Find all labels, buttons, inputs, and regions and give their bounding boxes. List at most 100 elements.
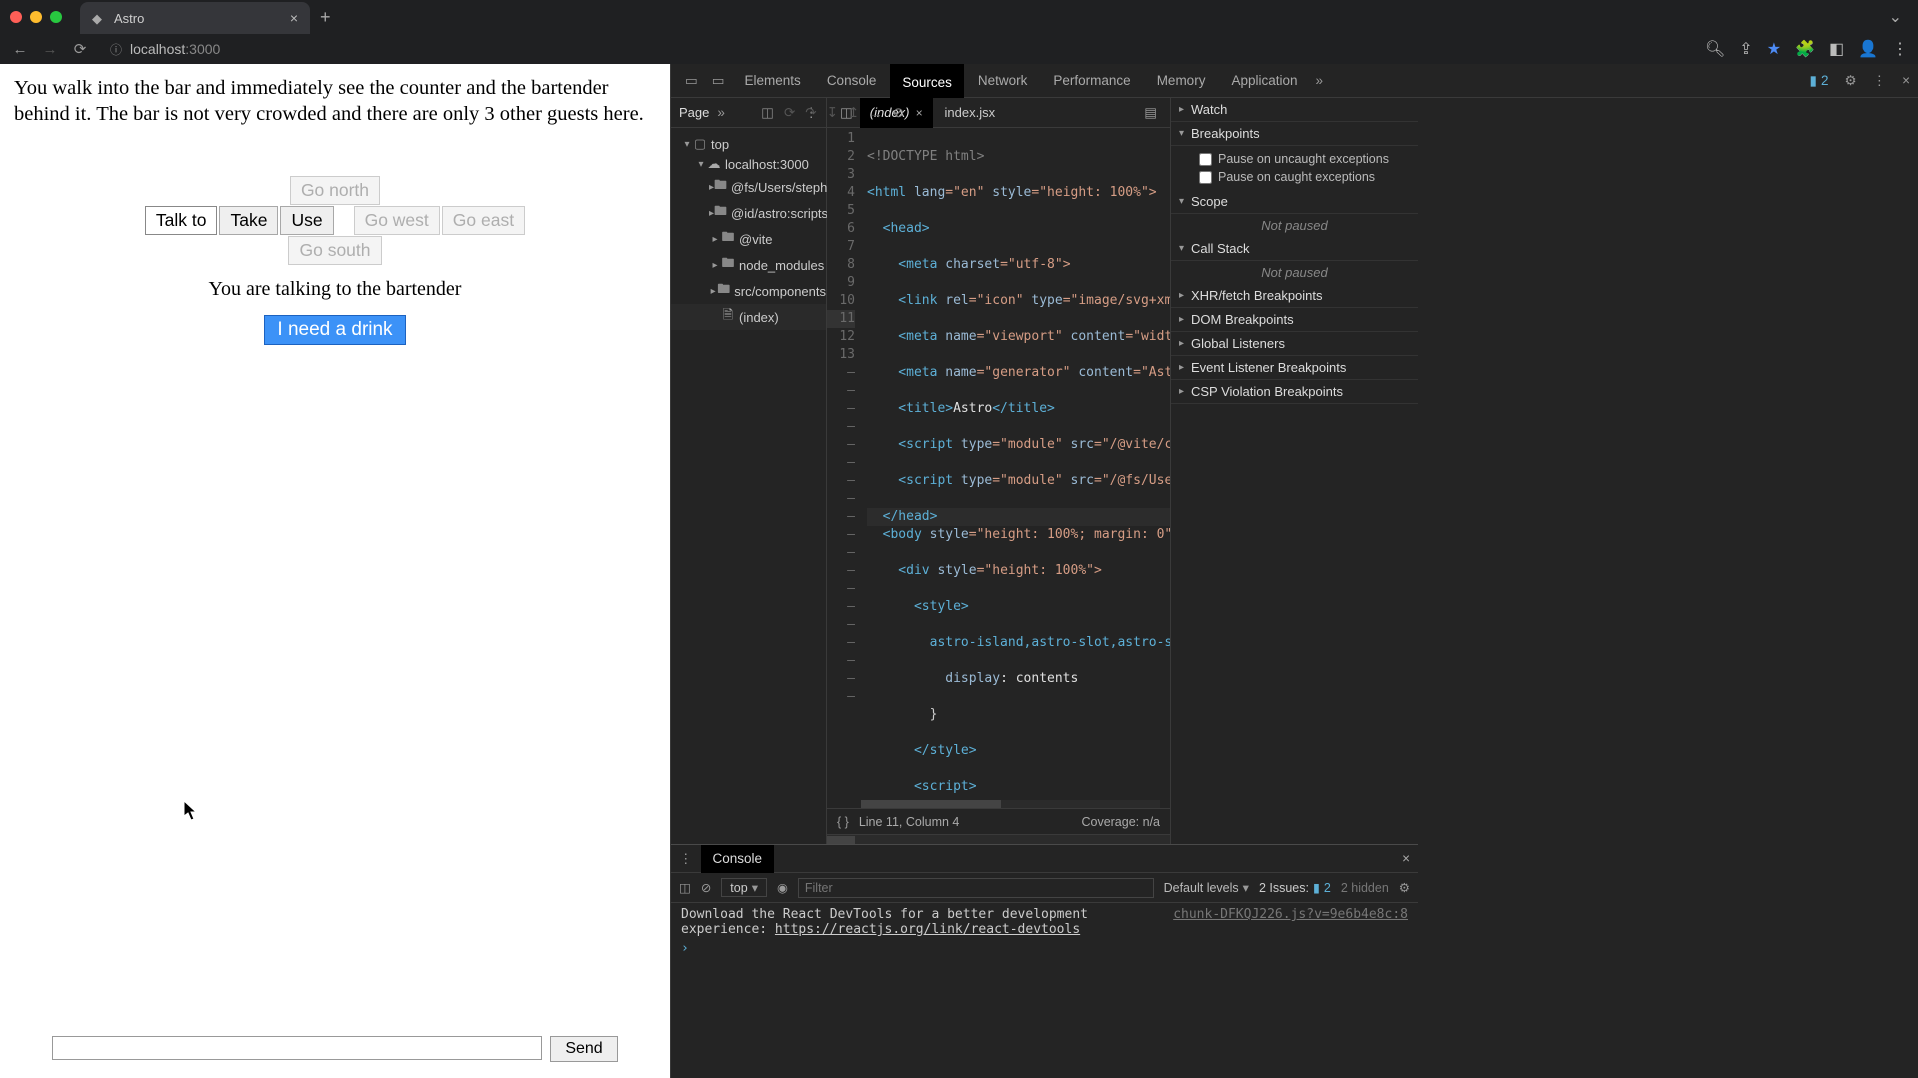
close-window-button[interactable] (10, 11, 22, 23)
more-tabs-icon[interactable]: » (1316, 73, 1324, 88)
event-listener-breakpoints-section[interactable]: ▸Event Listener Breakpoints (1171, 356, 1418, 380)
dialog-choice-button[interactable]: I need a drink (264, 315, 405, 345)
element-picker-icon[interactable]: ▭ (679, 73, 704, 89)
console-settings-icon[interactable]: ⚙ (1399, 880, 1410, 895)
profile-icon[interactable]: 👤 (1858, 39, 1878, 59)
input-row: Send (10, 1036, 660, 1062)
bookmark-icon[interactable]: ★ (1767, 39, 1781, 59)
new-snippet-icon[interactable]: ▤ (1139, 105, 1162, 121)
site-info-icon[interactable]: ⓘ (110, 41, 122, 58)
console-filter-input[interactable] (798, 878, 1154, 898)
editor-status-bar: { } Line 11, Column 4 Coverage: n/a (827, 808, 1170, 834)
go-north-button[interactable]: Go north (290, 176, 380, 205)
resume-icon[interactable]: ⟳ (784, 105, 795, 121)
talk-to-button[interactable]: Talk to (145, 206, 218, 235)
use-button[interactable]: Use (280, 206, 333, 235)
sidepanel-icon[interactable]: ◧ (1829, 39, 1844, 59)
pretty-print-icon[interactable]: { } (837, 815, 849, 829)
console-close-icon[interactable]: × (1402, 851, 1410, 866)
toggle-debugger-sidebar-icon[interactable]: ◫ (761, 105, 774, 121)
step-into-icon[interactable]: ↧ (827, 105, 838, 121)
tab-memory[interactable]: Memory (1145, 64, 1218, 98)
tree-folder-1[interactable]: ▸🖿@fs/Users/stepha (671, 174, 826, 200)
callstack-section[interactable]: ▾Call Stack (1171, 237, 1418, 261)
go-east-button[interactable]: Go east (442, 206, 525, 235)
console-drawer-menu-icon[interactable]: ⋮ (679, 851, 693, 867)
new-tab-button[interactable]: + (320, 7, 331, 28)
chrome-menu-icon[interactable]: ⋮ (1892, 39, 1908, 59)
deactivate-breakpoints-icon[interactable]: ⊘ (893, 105, 904, 121)
console-context-select[interactable]: top▾ (721, 878, 767, 897)
tree-folder-3[interactable]: ▸🖿@vite (671, 226, 826, 252)
code-area[interactable]: 12345678910111213 ––––––––––––––––––– <!… (827, 128, 1170, 808)
share-icon[interactable]: ⇪ (1739, 39, 1752, 59)
console-tab[interactable]: Console (701, 845, 775, 873)
live-expression-icon[interactable]: ◉ (777, 880, 788, 895)
console-sidebar-icon[interactable]: ◫ (679, 880, 691, 895)
go-south-button[interactable]: Go south (288, 236, 381, 265)
tab-elements[interactable]: Elements (733, 64, 813, 98)
window-controls (10, 11, 62, 23)
scope-section[interactable]: ▾Scope (1171, 190, 1418, 214)
tree-file-index[interactable]: 🗎(index) (671, 304, 826, 330)
tabs-dropdown-icon[interactable]: ⌄ (1889, 7, 1902, 27)
issues-badge[interactable]: ▮ 2 (1810, 73, 1829, 89)
csp-breakpoints-section[interactable]: ▸CSP Violation Breakpoints (1171, 380, 1418, 404)
nav-more-icon[interactable]: » (717, 105, 725, 120)
log-levels-select[interactable]: Default levels▾ (1164, 880, 1249, 895)
tab-network[interactable]: Network (966, 64, 1040, 98)
step-out-icon[interactable]: ↥ (848, 105, 859, 121)
tree-folder-5[interactable]: ▸🖿src/components (671, 278, 826, 304)
pause-caught-checkbox[interactable]: Pause on caught exceptions (1199, 168, 1410, 186)
device-toolbar-icon[interactable]: ▭ (706, 73, 731, 89)
sources-navigator: Page » ⋮ ▾▢top ▾☁localhost:3000 ▸🖿@fs/Us… (671, 98, 827, 844)
tree-folder-4[interactable]: ▸🖿node_modules (671, 252, 826, 278)
tree-host[interactable]: ▾☁localhost:3000 (671, 154, 826, 174)
address-bar[interactable]: ⓘ localhost:3000 (100, 39, 1689, 60)
debugger-sidebar: ▸Watch ▾Breakpoints Pause on uncaught ex… (1170, 98, 1418, 844)
tab-application[interactable]: Application (1219, 64, 1309, 98)
editor-tab-indexjsx[interactable]: index.jsx (935, 98, 1006, 128)
devtools-settings-icon[interactable]: ⚙ (1845, 73, 1857, 89)
watch-section[interactable]: ▸Watch (1171, 98, 1418, 122)
step-over-icon[interactable]: ↷ (805, 105, 816, 121)
tab-performance[interactable]: Performance (1041, 64, 1142, 98)
console-issues-button[interactable]: 2 Issues: ▮2 (1259, 880, 1331, 895)
command-input[interactable] (52, 1036, 542, 1060)
pause-uncaught-checkbox[interactable]: Pause on uncaught exceptions (1199, 150, 1410, 168)
page-panel-tab[interactable]: Page (679, 105, 709, 120)
minimize-window-button[interactable] (30, 11, 42, 23)
breakpoints-section[interactable]: ▾Breakpoints (1171, 122, 1418, 146)
devtools-menu-icon[interactable]: ⋮ (1873, 73, 1887, 89)
global-listeners-section[interactable]: ▸Global Listeners (1171, 332, 1418, 356)
step-icon[interactable]: → (869, 106, 883, 121)
horizontal-scrollbar[interactable] (861, 800, 1160, 808)
debug-toolbar: ◫ ⟳ ↷ ↧ ↥ → ⊘ (753, 98, 912, 128)
xhr-breakpoints-section[interactable]: ▸XHR/fetch Breakpoints (1171, 284, 1418, 308)
browser-tab[interactable]: ◆ Astro × (80, 2, 310, 34)
devtools-close-icon[interactable]: × (1902, 73, 1910, 88)
console-message-source[interactable]: chunk-DFKQJ226.js?v=9e6b4e8c:8 (1173, 907, 1408, 922)
extensions-icon[interactable]: 🧩 (1795, 39, 1815, 59)
close-tab-icon[interactable]: × (290, 10, 298, 26)
back-button[interactable]: ← (10, 41, 30, 58)
go-west-button[interactable]: Go west (354, 206, 440, 235)
tab-console[interactable]: Console (815, 64, 889, 98)
take-button[interactable]: Take (219, 206, 278, 235)
console-prompt[interactable]: › (681, 941, 1408, 956)
tree-folder-2[interactable]: ▸🖿@id/astro:scripts (671, 200, 826, 226)
zoom-icon[interactable]: 🔍︎ (1705, 39, 1725, 59)
maximize-window-button[interactable] (50, 11, 62, 23)
console-body[interactable]: chunk-DFKQJ226.js?v=9e6b4e8c:8 Download … (671, 903, 1418, 1078)
dom-breakpoints-section[interactable]: ▸DOM Breakpoints (1171, 308, 1418, 332)
console-message-link[interactable]: https://reactjs.org/link/react-devtools (775, 922, 1080, 937)
tree-top[interactable]: ▾▢top (671, 134, 826, 154)
forward-button[interactable]: → (40, 41, 60, 58)
tab-sources[interactable]: Sources (890, 64, 964, 98)
close-file-icon[interactable]: × (916, 98, 923, 128)
reload-button[interactable]: ⟳ (70, 40, 90, 58)
send-button[interactable]: Send (550, 1036, 617, 1062)
hidden-count[interactable]: 2 hidden (1341, 881, 1389, 895)
clear-console-icon[interactable]: ⊘ (701, 880, 711, 895)
editor-resize-scroll[interactable] (827, 834, 1170, 844)
